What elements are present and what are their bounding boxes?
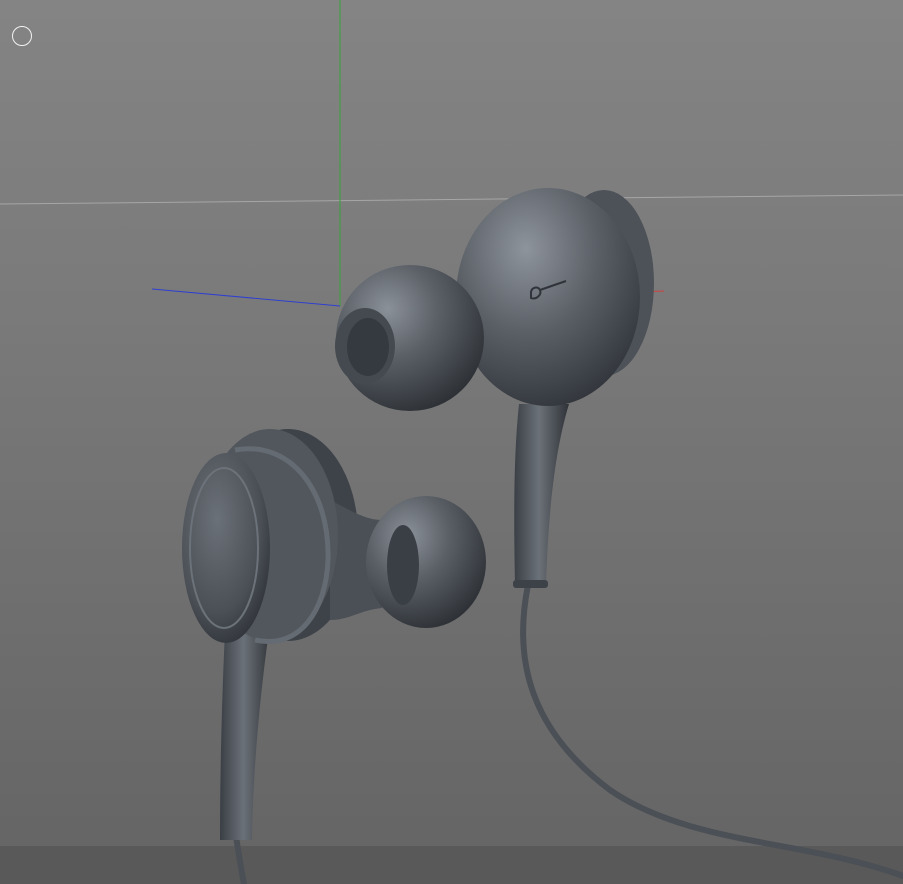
scene-canvas[interactable] [0,0,903,884]
right-earphone-nozzle [347,318,389,376]
right-earphone-stem [514,404,569,584]
left-earphone-ear-tip [366,496,486,628]
left-earphone-cable [233,835,247,884]
left-earphone-face-disc [182,453,270,643]
left-earphone-ear-tip-inner [387,525,419,605]
right-earphone-stem-collar [513,580,548,588]
left-earphone-stem [220,610,272,840]
circle-outline-icon[interactable] [12,26,32,46]
right-earphone-cable [520,582,903,879]
right-earphone-shell [456,188,640,406]
3d-viewport[interactable] [0,0,903,884]
z-axis-line [151,288,341,307]
grid-horizon-line [0,194,903,205]
